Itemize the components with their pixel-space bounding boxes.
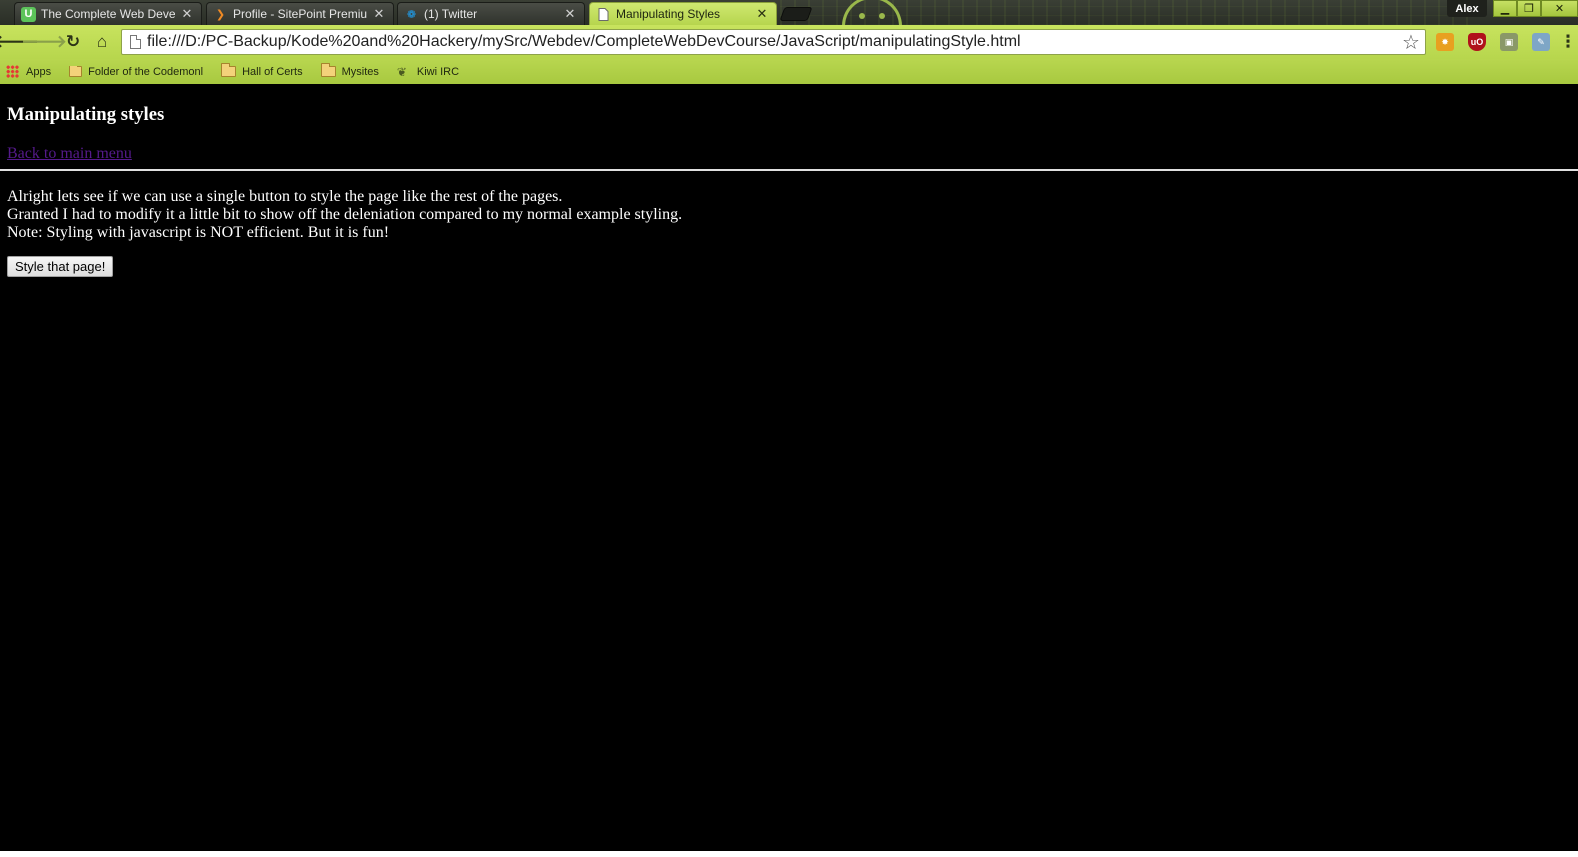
twitter-bird-icon: ❁ [406, 8, 417, 21]
tab-strip: U The Complete Web Develop ✕ ❯ Profile -… [0, 0, 1578, 25]
bookmark-label: Mysites [341, 65, 379, 78]
new-tab-button[interactable] [779, 7, 813, 21]
tab-title: Manipulating Styles [616, 7, 721, 21]
ublock-shield-icon[interactable]: uO [1468, 33, 1486, 51]
sitepoint-favicon-icon: ❯ [215, 8, 226, 21]
browser-chrome: U The Complete Web Develop ✕ ❯ Profile -… [0, 0, 1578, 84]
restore-icon[interactable]: ❐ [1517, 0, 1541, 17]
close-icon[interactable]: ✕ [181, 6, 193, 22]
bookmark-folder-codemonkey[interactable]: Folder of the Codemonl [69, 65, 204, 78]
tab-title: Profile - SitePoint Premium [233, 7, 367, 21]
bookmark-apps[interactable]: Apps [6, 65, 51, 78]
bookmark-label: Folder of the Codemonl [88, 65, 204, 78]
close-icon[interactable]: ✕ [756, 6, 768, 22]
style-that-page-button[interactable]: Style that page! [7, 256, 114, 277]
close-icon[interactable]: ✕ [564, 6, 576, 22]
minimize-icon[interactable]: ▁ [1493, 0, 1517, 17]
page-icon [596, 7, 611, 22]
android-theme-icon [842, 0, 902, 25]
navigation-toolbar: 🡐 🡒 ↻ ⌂ ☆ ✸ uO ▣ ✎ ⋮ [0, 25, 1578, 59]
bookmark-folder-hall-of-certs[interactable]: Hall of Certs [221, 63, 303, 78]
address-bar[interactable]: ☆ [121, 29, 1426, 55]
profile-name[interactable]: Alex [1447, 0, 1487, 17]
description-line: Note: Styling with javascript is NOT eff… [7, 224, 390, 241]
tab-title: The Complete Web Develop [41, 7, 175, 21]
folder-icon [69, 65, 83, 77]
page-icon [130, 35, 141, 49]
url-input[interactable] [147, 31, 1399, 53]
close-window-icon[interactable]: ✕ [1541, 0, 1578, 17]
description: Alright lets see if we can use a single … [7, 188, 682, 242]
android-extension-icon[interactable]: ▣ [1500, 33, 1518, 51]
bookmark-folder-mysites[interactable]: Mysites [320, 63, 379, 78]
tab-web-developer-course[interactable]: U The Complete Web Develop ✕ [14, 2, 202, 25]
reload-icon[interactable]: ↻ [61, 31, 85, 53]
bookmark-label: Kiwi IRC [416, 65, 460, 78]
window-bottom-border [0, 851, 1578, 857]
page-title: Manipulating styles [7, 104, 165, 125]
divider [0, 169, 1578, 171]
folder-icon [320, 63, 336, 77]
leaf-icon: ❦ [396, 64, 407, 79]
bookmarks-bar: Apps Folder of the Codemonl Hall of Cert… [0, 59, 1578, 84]
description-line: Alright lets see if we can use a single … [7, 188, 563, 205]
description-line: Granted I had to modify it a little bit … [7, 206, 683, 223]
folder-icon [221, 63, 237, 77]
tab-sitepoint-profile[interactable]: ❯ Profile - SitePoint Premium ✕ [206, 2, 394, 25]
udemy-favicon-icon: U [21, 6, 36, 22]
tab-twitter[interactable]: ❁ (1) Twitter ✕ [397, 2, 585, 25]
back-to-main-menu-link[interactable]: Back to main menu [7, 145, 132, 163]
tab-manipulating-styles[interactable]: Manipulating Styles ✕ [589, 2, 777, 25]
eyedropper-extension-icon[interactable]: ✎ [1532, 33, 1550, 51]
home-icon[interactable]: ⌂ [90, 31, 114, 53]
bookmark-label: Hall of Certs [242, 65, 303, 78]
tab-title: (1) Twitter [424, 7, 478, 21]
bookmark-label: Apps [26, 65, 52, 78]
apps-grid-icon [6, 65, 19, 78]
extension-gear-icon[interactable]: ✸ [1436, 33, 1454, 51]
star-bookmark-icon[interactable]: ☆ [1399, 30, 1423, 55]
menu-icon[interactable]: ⋮ [1558, 31, 1578, 53]
bookmark-kiwi-irc[interactable]: ❦ Kiwi IRC [397, 65, 459, 79]
page-content: Manipulating styles Back to main menu Al… [0, 84, 1578, 857]
forward-arrow-icon[interactable]: 🡒 [21, 31, 67, 53]
close-icon[interactable]: ✕ [373, 6, 385, 22]
